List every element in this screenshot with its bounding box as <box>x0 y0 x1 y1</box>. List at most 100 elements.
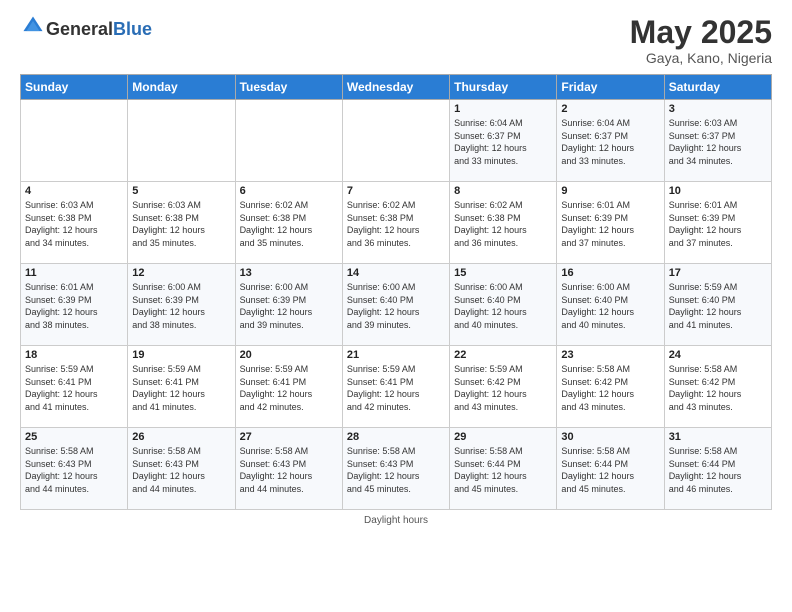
location: Gaya, Kano, Nigeria <box>630 50 772 66</box>
day-number: 16 <box>561 267 659 279</box>
page: GeneralBlue May 2025 Gaya, Kano, Nigeria… <box>0 0 792 612</box>
day-number: 7 <box>347 185 445 197</box>
day-info: Sunrise: 6:03 AM Sunset: 6:37 PM Dayligh… <box>669 117 767 167</box>
calendar-cell <box>342 100 449 182</box>
day-number: 27 <box>240 431 338 443</box>
week-row-4: 18Sunrise: 5:59 AM Sunset: 6:41 PM Dayli… <box>21 346 772 428</box>
calendar-cell: 3 Sunrise: 6:03 AM Sunset: 6:37 PM Daylig… <box>664 100 771 182</box>
week-row-3: 11 Sunrise: 6:01 AM Sunset: 6:39 PM Dayli… <box>21 264 772 346</box>
day-info: Sunrise: 5:59 AM Sunset: 6:41 PM Dayligh… <box>132 363 230 413</box>
day-info: Sunrise: 6:03 AM Sunset: 6:38 PM Dayligh… <box>132 199 230 249</box>
day-number: 30 <box>561 431 659 443</box>
calendar-cell <box>21 100 128 182</box>
day-number: 19 <box>132 349 230 361</box>
calendar-cell: 11 Sunrise: 6:01 AM Sunset: 6:39 PM Dayli… <box>21 264 128 346</box>
calendar-cell: 24 Sunrise: 5:58 AM Sunset: 6:42 PM Dayli… <box>664 346 771 428</box>
day-info: Sunrise: 6:01 AM Sunset: 6:39 PM Dayligh… <box>25 281 123 331</box>
day-number: 2 <box>561 103 659 115</box>
day-number: 6 <box>240 185 338 197</box>
day-info: Sunrise: 6:00 AM Sunset: 6:40 PM Dayligh… <box>561 281 659 331</box>
calendar-cell: 15 Sunrise: 6:00 AM Sunset: 6:40 PM Dayli… <box>450 264 557 346</box>
day-info: Sunrise: 5:59 AM Sunset: 6:41 PM Dayligh… <box>240 363 338 413</box>
calendar-cell <box>128 100 235 182</box>
calendar-cell: 9 Sunrise: 6:01 AM Sunset: 6:39 PM Daylig… <box>557 182 664 264</box>
day-number: 23 <box>561 349 659 361</box>
day-number: 4 <box>25 185 123 197</box>
calendar-cell: 29Sunrise: 5:58 AM Sunset: 6:44 PM Dayli… <box>450 428 557 510</box>
day-info: Sunrise: 6:00 AM Sunset: 6:40 PM Dayligh… <box>347 281 445 331</box>
calendar-cell: 10 Sunrise: 6:01 AM Sunset: 6:39 PM Dayli… <box>664 182 771 264</box>
calendar-cell: 16 Sunrise: 6:00 AM Sunset: 6:40 PM Dayli… <box>557 264 664 346</box>
day-info: Sunrise: 6:04 AM Sunset: 6:37 PM Dayligh… <box>561 117 659 167</box>
day-number: 15 <box>454 267 552 279</box>
calendar-cell: 4Sunrise: 6:03 AM Sunset: 6:38 PM Daylig… <box>21 182 128 264</box>
logo-icon <box>22 15 44 37</box>
day-info: Sunrise: 5:58 AM Sunset: 6:43 PM Dayligh… <box>25 445 123 495</box>
day-info: Sunrise: 5:59 AM Sunset: 6:41 PM Dayligh… <box>25 363 123 413</box>
day-header-wednesday: Wednesday <box>342 75 449 100</box>
day-number: 28 <box>347 431 445 443</box>
calendar-cell: 21Sunrise: 5:59 AM Sunset: 6:41 PM Dayli… <box>342 346 449 428</box>
calendar-cell: 27Sunrise: 5:58 AM Sunset: 6:43 PM Dayli… <box>235 428 342 510</box>
calendar-cell: 8 Sunrise: 6:02 AM Sunset: 6:38 PM Daylig… <box>450 182 557 264</box>
calendar-cell: 17 Sunrise: 5:59 AM Sunset: 6:40 PM Dayli… <box>664 264 771 346</box>
title-block: May 2025 Gaya, Kano, Nigeria <box>630 15 772 66</box>
day-info: Sunrise: 6:02 AM Sunset: 6:38 PM Dayligh… <box>240 199 338 249</box>
day-info: Sunrise: 5:58 AM Sunset: 6:42 PM Dayligh… <box>669 363 767 413</box>
day-number: 10 <box>669 185 767 197</box>
calendar-cell: 2 Sunrise: 6:04 AM Sunset: 6:37 PM Daylig… <box>557 100 664 182</box>
day-number: 24 <box>669 349 767 361</box>
day-info: Sunrise: 5:58 AM Sunset: 6:43 PM Dayligh… <box>347 445 445 495</box>
day-number: 11 <box>25 267 123 279</box>
week-row-2: 4 Sunrise: 6:03 AM Sunset: 6:38 PM Daylig… <box>21 182 772 264</box>
logo-blue-text: Blue <box>113 20 152 38</box>
day-number: 9 <box>561 185 659 197</box>
day-info: Sunrise: 5:58 AM Sunset: 6:44 PM Dayligh… <box>561 445 659 495</box>
logo-general-text: General <box>46 20 113 38</box>
day-number: 17 <box>669 267 767 279</box>
day-number: 25 <box>25 431 123 443</box>
daylight-label: Daylight hours <box>364 515 428 526</box>
day-info: Sunrise: 6:00 AM Sunset: 6:40 PM Dayligh… <box>454 281 552 331</box>
day-number: 26 <box>132 431 230 443</box>
calendar-cell: 19 Sunrise: 5:59 AM Sunset: 6:41 PM Dayli… <box>128 346 235 428</box>
day-number: 3 <box>669 103 767 115</box>
calendar-cell: 5 Sunrise: 6:03 AM Sunset: 6:38 PM Daylig… <box>128 182 235 264</box>
day-info: Sunrise: 6:01 AM Sunset: 6:39 PM Dayligh… <box>669 199 767 249</box>
day-header-friday: Friday <box>557 75 664 100</box>
calendar-cell: 25 Sunrise: 5:58 AM Sunset: 6:43 PM Dayli… <box>21 428 128 510</box>
day-number: 13 <box>240 267 338 279</box>
day-info: Sunrise: 5:58 AM Sunset: 6:43 PM Dayligh… <box>132 445 230 495</box>
day-number: 8 <box>454 185 552 197</box>
calendar-cell: 31Sunrise: 5:58 AM Sunset: 6:44 PM Dayli… <box>664 428 771 510</box>
day-header-saturday: Saturday <box>664 75 771 100</box>
calendar-cell: 12 Sunrise: 6:00 AM Sunset: 6:39 PM Dayli… <box>128 264 235 346</box>
day-number: 14 <box>347 267 445 279</box>
calendar-cell: 14 Sunrise: 6:00 AM Sunset: 6:40 PM Dayli… <box>342 264 449 346</box>
day-info: Sunrise: 6:01 AM Sunset: 6:39 PM Dayligh… <box>561 199 659 249</box>
day-info: Sunrise: 6:00 AM Sunset: 6:39 PM Dayligh… <box>240 281 338 331</box>
day-info: Sunrise: 6:02 AM Sunset: 6:38 PM Dayligh… <box>347 199 445 249</box>
footer: Daylight hours <box>20 515 772 526</box>
calendar-cell: 26 Sunrise: 5:58 AM Sunset: 6:43 PM Dayli… <box>128 428 235 510</box>
day-number: 29 <box>454 431 552 443</box>
day-header-monday: Monday <box>128 75 235 100</box>
logo: GeneralBlue <box>20 15 152 42</box>
calendar-cell: 7 Sunrise: 6:02 AM Sunset: 6:38 PM Daylig… <box>342 182 449 264</box>
calendar-cell: 1Sunrise: 6:04 AM Sunset: 6:37 PM Daylig… <box>450 100 557 182</box>
calendar-cell: 18Sunrise: 5:59 AM Sunset: 6:41 PM Dayli… <box>21 346 128 428</box>
day-number: 12 <box>132 267 230 279</box>
calendar-cell: 13 Sunrise: 6:00 AM Sunset: 6:39 PM Dayli… <box>235 264 342 346</box>
calendar-cell: 23Sunrise: 5:58 AM Sunset: 6:42 PM Dayli… <box>557 346 664 428</box>
day-info: Sunrise: 6:02 AM Sunset: 6:38 PM Dayligh… <box>454 199 552 249</box>
day-info: Sunrise: 6:00 AM Sunset: 6:39 PM Dayligh… <box>132 281 230 331</box>
day-info: Sunrise: 6:04 AM Sunset: 6:37 PM Dayligh… <box>454 117 552 167</box>
calendar-cell: 20Sunrise: 5:59 AM Sunset: 6:41 PM Dayli… <box>235 346 342 428</box>
header: GeneralBlue May 2025 Gaya, Kano, Nigeria <box>20 15 772 66</box>
day-info: Sunrise: 5:59 AM Sunset: 6:41 PM Dayligh… <box>347 363 445 413</box>
header-row: SundayMondayTuesdayWednesdayThursdayFrid… <box>21 75 772 100</box>
week-row-5: 25 Sunrise: 5:58 AM Sunset: 6:43 PM Dayli… <box>21 428 772 510</box>
day-number: 31 <box>669 431 767 443</box>
day-number: 5 <box>132 185 230 197</box>
day-info: Sunrise: 5:59 AM Sunset: 6:40 PM Dayligh… <box>669 281 767 331</box>
